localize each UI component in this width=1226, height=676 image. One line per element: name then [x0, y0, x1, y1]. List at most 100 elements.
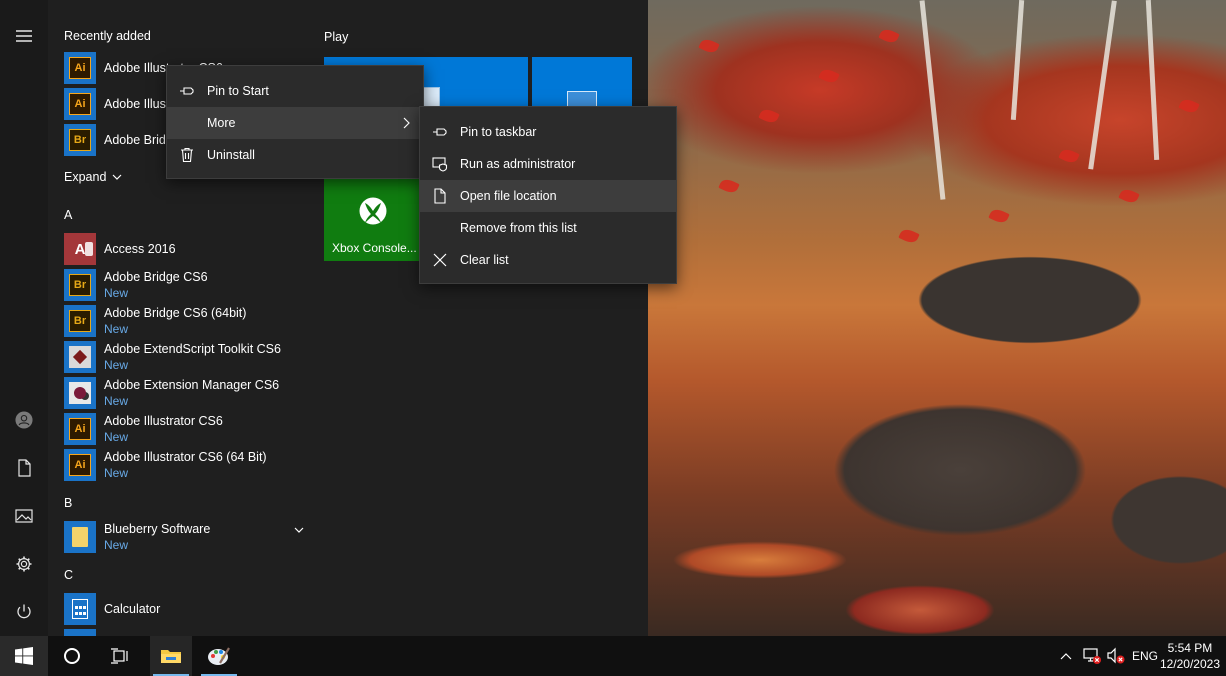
illustrator-icon: Ai [64, 52, 96, 84]
submenu-item-open-file-location[interactable]: Open file location [420, 180, 676, 212]
pin-icon [433, 128, 447, 136]
bridge-icon: Br [64, 124, 96, 156]
clock-date: 12/20/2023 [1159, 657, 1220, 671]
app-label: Calculator [104, 602, 161, 616]
menu-item-label: Run as administrator [460, 157, 576, 171]
app-label: Access 2016 [104, 242, 176, 256]
menu-item-label: Remove from this list [460, 221, 577, 235]
app-item-extension-manager[interactable]: Adobe Extension Manager CS6 New [64, 375, 304, 411]
task-view-button[interactable] [96, 636, 144, 676]
network-status-button[interactable] [1080, 636, 1104, 676]
access-icon: A [64, 233, 96, 265]
illustrator-icon: Ai [64, 413, 96, 445]
new-badge: New [104, 466, 129, 480]
xbox-tile-label: Xbox Console... [332, 241, 417, 255]
context-menu: Pin to Start More Uninstall [166, 65, 424, 179]
submenu-item-run-as-admin[interactable]: Run as administrator [420, 148, 676, 180]
hamburger-icon [16, 30, 32, 42]
pin-icon [180, 87, 194, 95]
new-badge: New [104, 358, 129, 372]
power-button[interactable] [0, 592, 48, 632]
chevron-down-icon [294, 527, 304, 533]
gear-icon [16, 556, 32, 572]
new-badge: New [104, 538, 129, 552]
chevron-right-icon [403, 117, 410, 129]
menu-item-pin-to-start[interactable]: Pin to Start [167, 75, 423, 107]
task-view-icon [111, 648, 128, 664]
app-label: Adobe Bridge CS6 [104, 270, 208, 284]
menu-item-label: More [207, 116, 236, 130]
input-language-button[interactable]: ENG [1130, 636, 1160, 676]
app-label: Adobe Extension Manager CS6 [104, 378, 280, 392]
user-icon [15, 411, 33, 429]
app-item-illustrator-64[interactable]: Ai Adobe Illustrator CS6 (64 Bit) New [64, 447, 304, 483]
chevron-down-icon [112, 174, 122, 180]
extendscript-icon [64, 341, 96, 373]
show-hidden-icons-button[interactable] [1056, 636, 1076, 676]
menu-item-more[interactable]: More [167, 107, 423, 139]
xbox-icon [359, 197, 387, 225]
extension-manager-icon [64, 377, 96, 409]
app-item-calculator[interactable]: Calculator [64, 591, 304, 627]
pictures-button[interactable] [0, 496, 48, 536]
new-badge: New [104, 394, 129, 408]
more-submenu: Pin to taskbar Run as administrator Open… [419, 106, 677, 284]
menu-item-label: Open file location [460, 189, 557, 203]
documents-button[interactable] [0, 448, 48, 488]
app-label: Adobe Bridge CS6 (64bit) [104, 306, 247, 320]
close-icon [433, 253, 447, 267]
expand-button[interactable]: Expand [64, 170, 122, 184]
paint-palette-icon [208, 647, 230, 665]
letter-header-b[interactable]: B [64, 496, 72, 510]
hamburger-menu-button[interactable] [0, 16, 48, 56]
user-account-button[interactable] [0, 400, 48, 440]
volume-button[interactable] [1104, 636, 1128, 676]
menu-item-uninstall[interactable]: Uninstall [167, 139, 423, 171]
paint-taskbar-button[interactable] [198, 636, 240, 676]
menu-item-label: Pin to Start [207, 84, 269, 98]
submenu-item-remove-from-list[interactable]: Remove from this list [420, 212, 676, 244]
windows-logo-icon [15, 647, 33, 665]
chevron-up-icon [1060, 653, 1072, 660]
app-label: Adobe ExtendScript Toolkit CS6 [104, 342, 281, 356]
start-button[interactable] [0, 636, 48, 676]
partial-app-icon [64, 629, 96, 636]
app-item-access[interactable]: A Access 2016 [64, 231, 304, 267]
new-badge: New [104, 430, 129, 444]
trash-icon [181, 147, 193, 163]
bridge-icon: Br [64, 269, 96, 301]
network-disconnected-icon [1083, 648, 1101, 664]
illustrator-icon: Ai [64, 88, 96, 120]
power-icon [17, 604, 31, 619]
xbox-console-tile[interactable]: Xbox Console... [324, 179, 419, 261]
calculator-icon [64, 593, 96, 625]
start-menu-rail [0, 0, 48, 636]
app-item-extendscript[interactable]: Adobe ExtendScript Toolkit CS6 New [64, 339, 304, 375]
file-icon [434, 188, 446, 204]
app-item-bridge-64[interactable]: Br Adobe Bridge CS6 (64bit) New [64, 303, 304, 339]
app-folder-blueberry[interactable]: Blueberry Software New [64, 519, 304, 555]
taskbar: ENG 5:54 PM 12/20/2023 [0, 636, 1226, 676]
cortana-circle-icon [64, 648, 80, 664]
letter-header-a[interactable]: A [64, 208, 72, 222]
menu-item-label: Pin to taskbar [460, 125, 537, 139]
submenu-item-clear-list[interactable]: Clear list [420, 244, 676, 276]
shield-icon [432, 157, 448, 172]
app-item-bridge[interactable]: Br Adobe Bridge CS6 New [64, 267, 304, 303]
new-badge: New [104, 286, 129, 300]
picture-icon [15, 509, 33, 523]
app-item-illustrator[interactable]: Ai Adobe Illustrator CS6 New [64, 411, 304, 447]
document-icon [18, 459, 31, 477]
file-explorer-taskbar-button[interactable] [150, 636, 192, 676]
menu-item-label: Clear list [460, 253, 509, 267]
cortana-button[interactable] [48, 636, 96, 676]
letter-header-c[interactable]: C [64, 568, 73, 582]
tile-group-title: Play [324, 30, 349, 44]
expand-label: Expand [64, 170, 107, 184]
submenu-item-pin-to-taskbar[interactable]: Pin to taskbar [420, 116, 676, 148]
app-label: Blueberry Software [104, 522, 211, 536]
settings-button[interactable] [0, 544, 48, 584]
folder-icon [64, 521, 96, 553]
recently-added-heading: Recently added [64, 29, 151, 43]
clock-button[interactable]: 5:54 PM 12/20/2023 [1160, 640, 1220, 672]
